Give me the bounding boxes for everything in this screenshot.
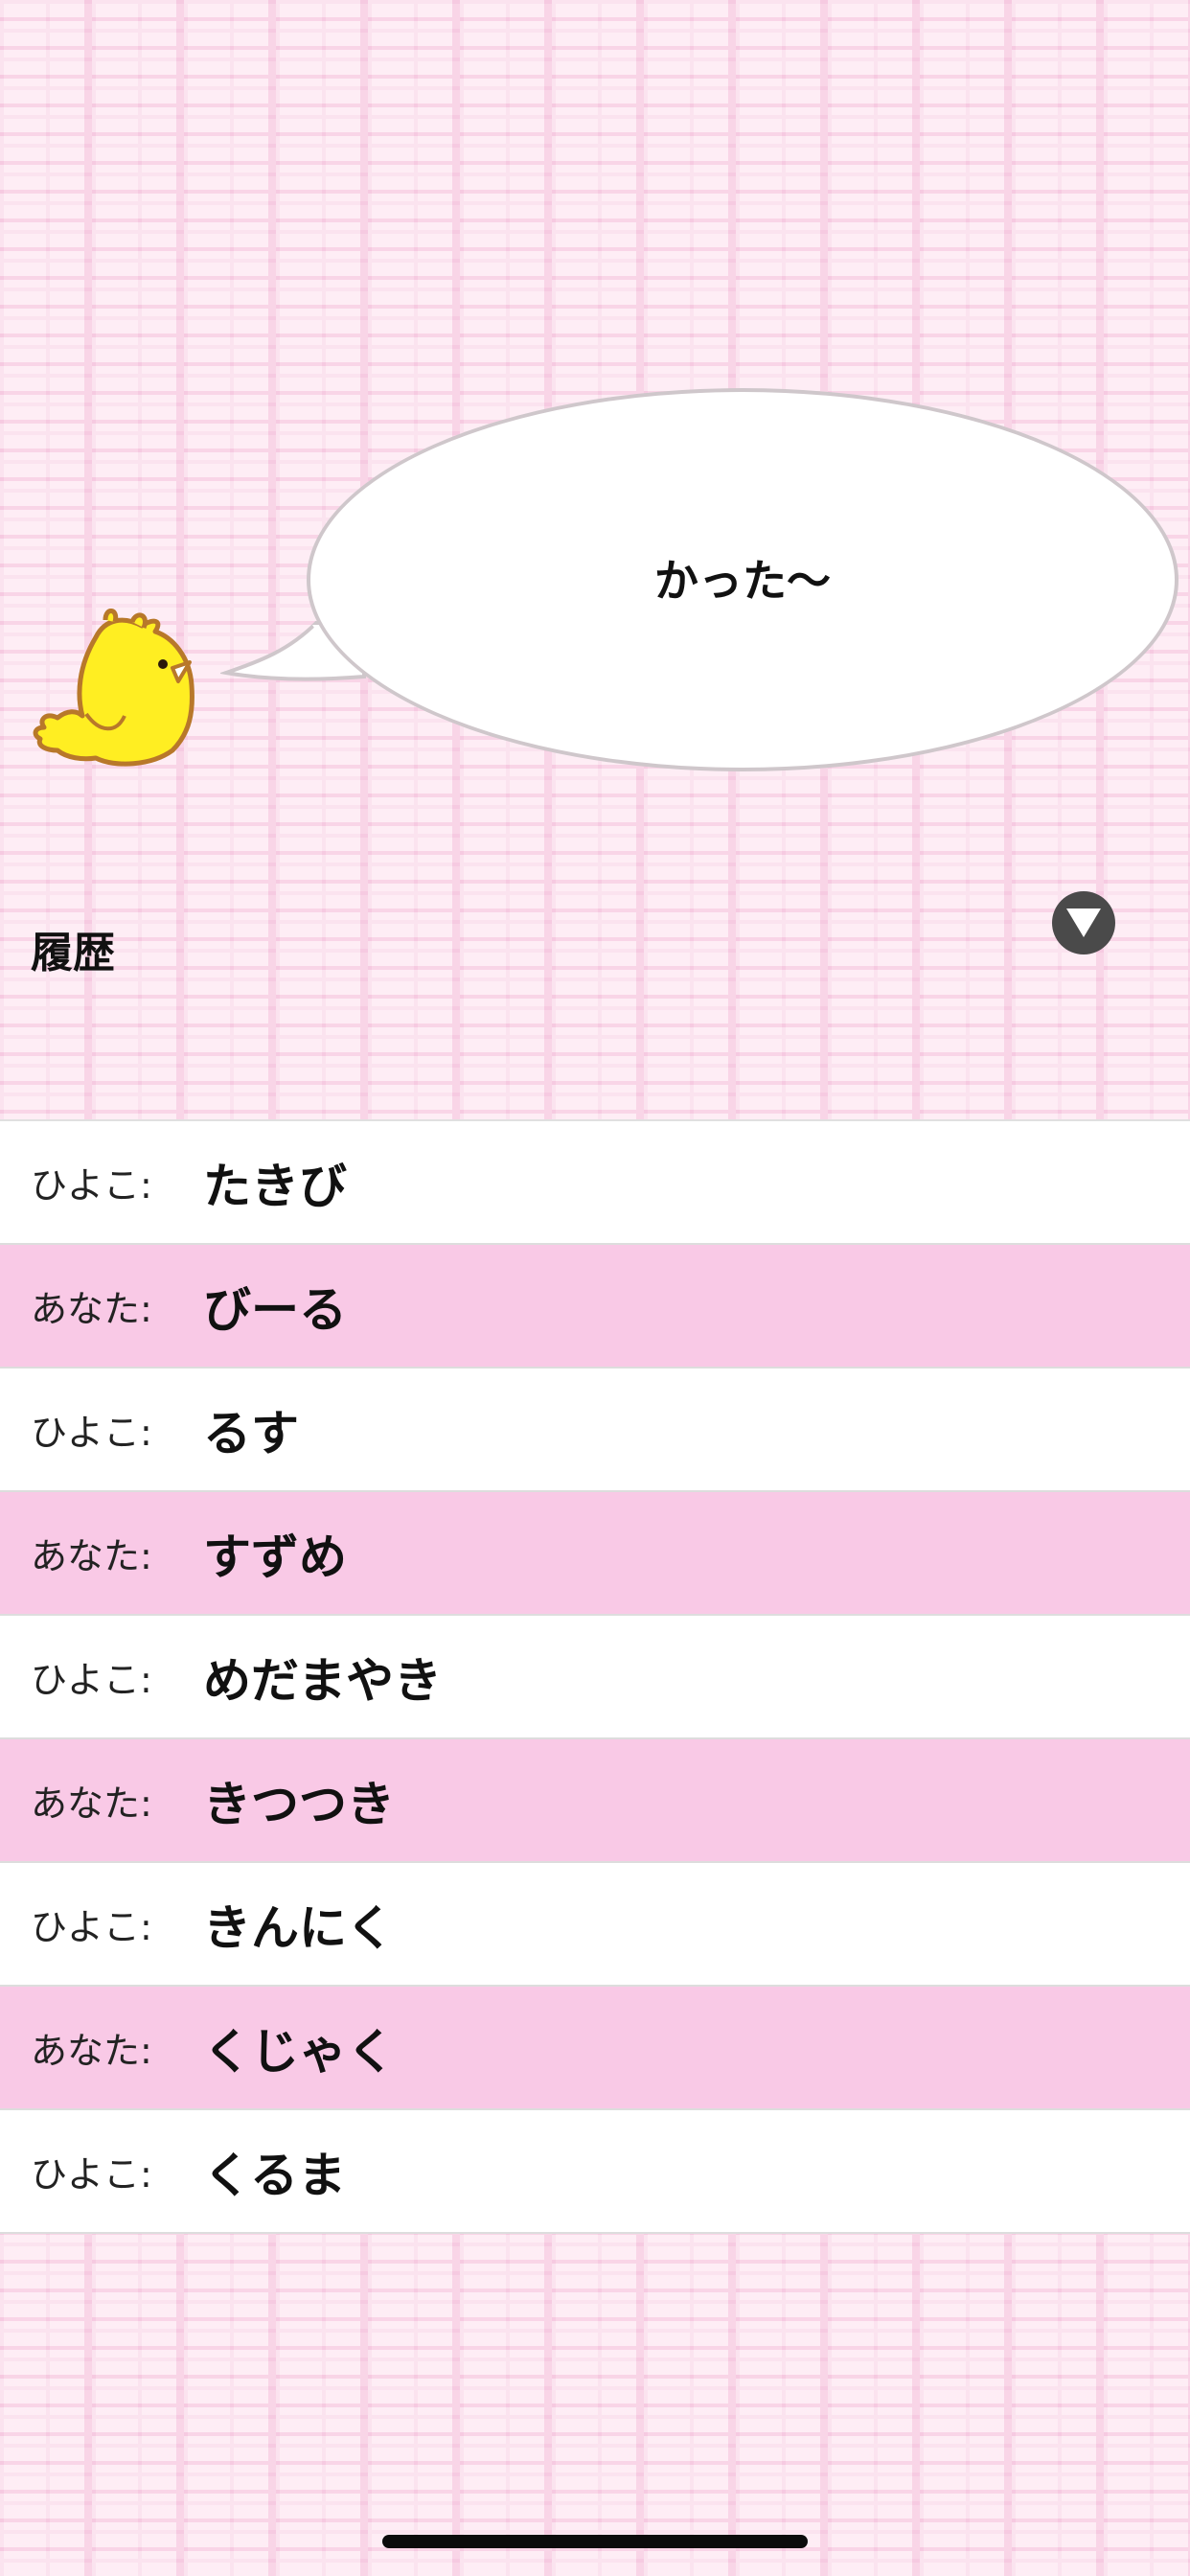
- speech-bubble-text: かった〜: [654, 554, 831, 607]
- history-list: ひよこ: たきび あなた: びーる ひよこ: るす あなた: すずめ ひよこ: …: [0, 1119, 1190, 2234]
- history-row: あなた: びーる: [0, 1245, 1190, 1368]
- speaker-label: あなた:: [31, 1782, 152, 1825]
- history-row: あなた: きつつき: [0, 1739, 1190, 1863]
- history-row: ひよこ: るす: [0, 1368, 1190, 1492]
- chick-icon: [33, 609, 195, 767]
- speaker-label: ひよこ:: [31, 1164, 152, 1207]
- home-indicator[interactable]: [382, 2535, 808, 2548]
- history-row: あなた: すずめ: [0, 1492, 1190, 1616]
- speaker-label: あなた:: [31, 2030, 152, 2072]
- speaker-label: あなた:: [31, 1288, 152, 1330]
- history-row: ひよこ: たきび: [0, 1121, 1190, 1245]
- word-text: くじゃく: [203, 2023, 395, 2080]
- word-text: るす: [203, 1405, 299, 1461]
- word-text: すずめ: [203, 1529, 347, 1585]
- speaker-label: あなた:: [31, 1535, 152, 1577]
- word-text: きつつき: [203, 1776, 395, 1832]
- word-text: めだまやき: [203, 1652, 442, 1709]
- speaker-label: ひよこ:: [31, 1412, 152, 1454]
- speaker-label: ひよこ:: [31, 1906, 152, 1948]
- word-text: くるま: [203, 2147, 346, 2203]
- word-text: びーる: [203, 1281, 347, 1338]
- history-row: あなた: くじゃく: [0, 1987, 1190, 2110]
- word-text: たきび: [203, 1158, 347, 1214]
- history-row: ひよこ: きんにく: [0, 1863, 1190, 1987]
- speaker-label: ひよこ:: [31, 2153, 152, 2196]
- speaker-label: ひよこ:: [31, 1659, 152, 1701]
- history-row: ひよこ: くるま: [0, 2110, 1190, 2234]
- triangle-down-icon: [1066, 908, 1101, 937]
- speech-bubble: かった〜: [307, 388, 1179, 771]
- history-row: ひよこ: めだまやき: [0, 1616, 1190, 1739]
- history-toggle-button[interactable]: [1052, 891, 1115, 954]
- history-title: 履歴: [31, 929, 115, 978]
- word-text: きんにく: [203, 1899, 394, 1956]
